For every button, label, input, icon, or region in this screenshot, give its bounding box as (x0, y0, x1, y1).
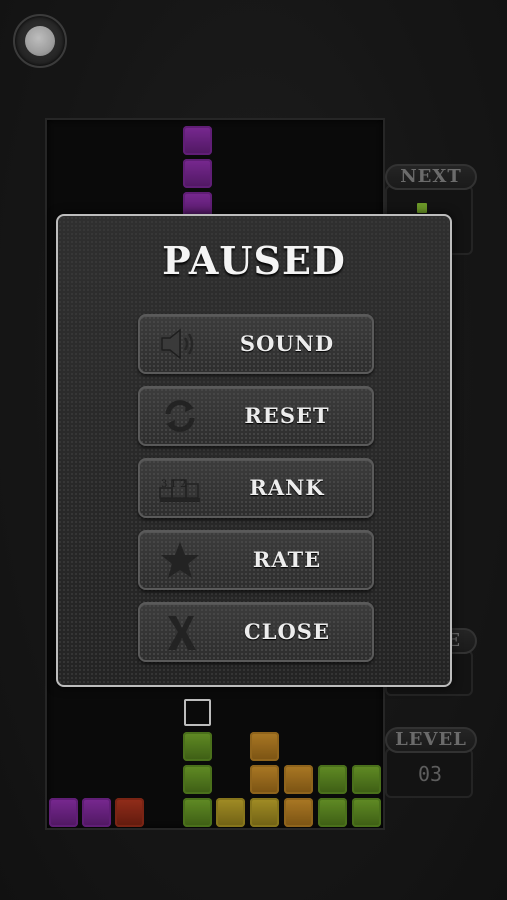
rate-button[interactable]: RATE (138, 530, 374, 590)
refresh-icon (156, 396, 204, 436)
star-icon (156, 540, 204, 580)
rate-button-label: RATE (252, 547, 322, 572)
speaker-icon (156, 324, 204, 364)
rank-button[interactable]: 3 1 2 RANK (138, 458, 374, 518)
reset-button[interactable]: RESET (138, 386, 374, 446)
podium-digits: 3 1 2 (161, 479, 186, 490)
close-button[interactable]: CLOSE (138, 602, 374, 662)
dialog-title: PAUSED (162, 238, 346, 283)
rank-button-label: RANK (249, 475, 325, 500)
sound-button-label: SOUND (239, 331, 335, 356)
pause-dialog: PAUSED SOUND RESET 3 1 2 RANK RATE CLOSE (56, 214, 452, 687)
sound-button[interactable]: SOUND (138, 314, 374, 374)
game-screen: NEXT E 03 LEVEL PAUSED SOUND RESET 3 1 2… (0, 0, 507, 900)
close-button-label: CLOSE (244, 619, 330, 644)
podium-icon: 3 1 2 (156, 468, 204, 508)
close-icon (156, 612, 204, 652)
reset-button-label: RESET (244, 403, 330, 428)
